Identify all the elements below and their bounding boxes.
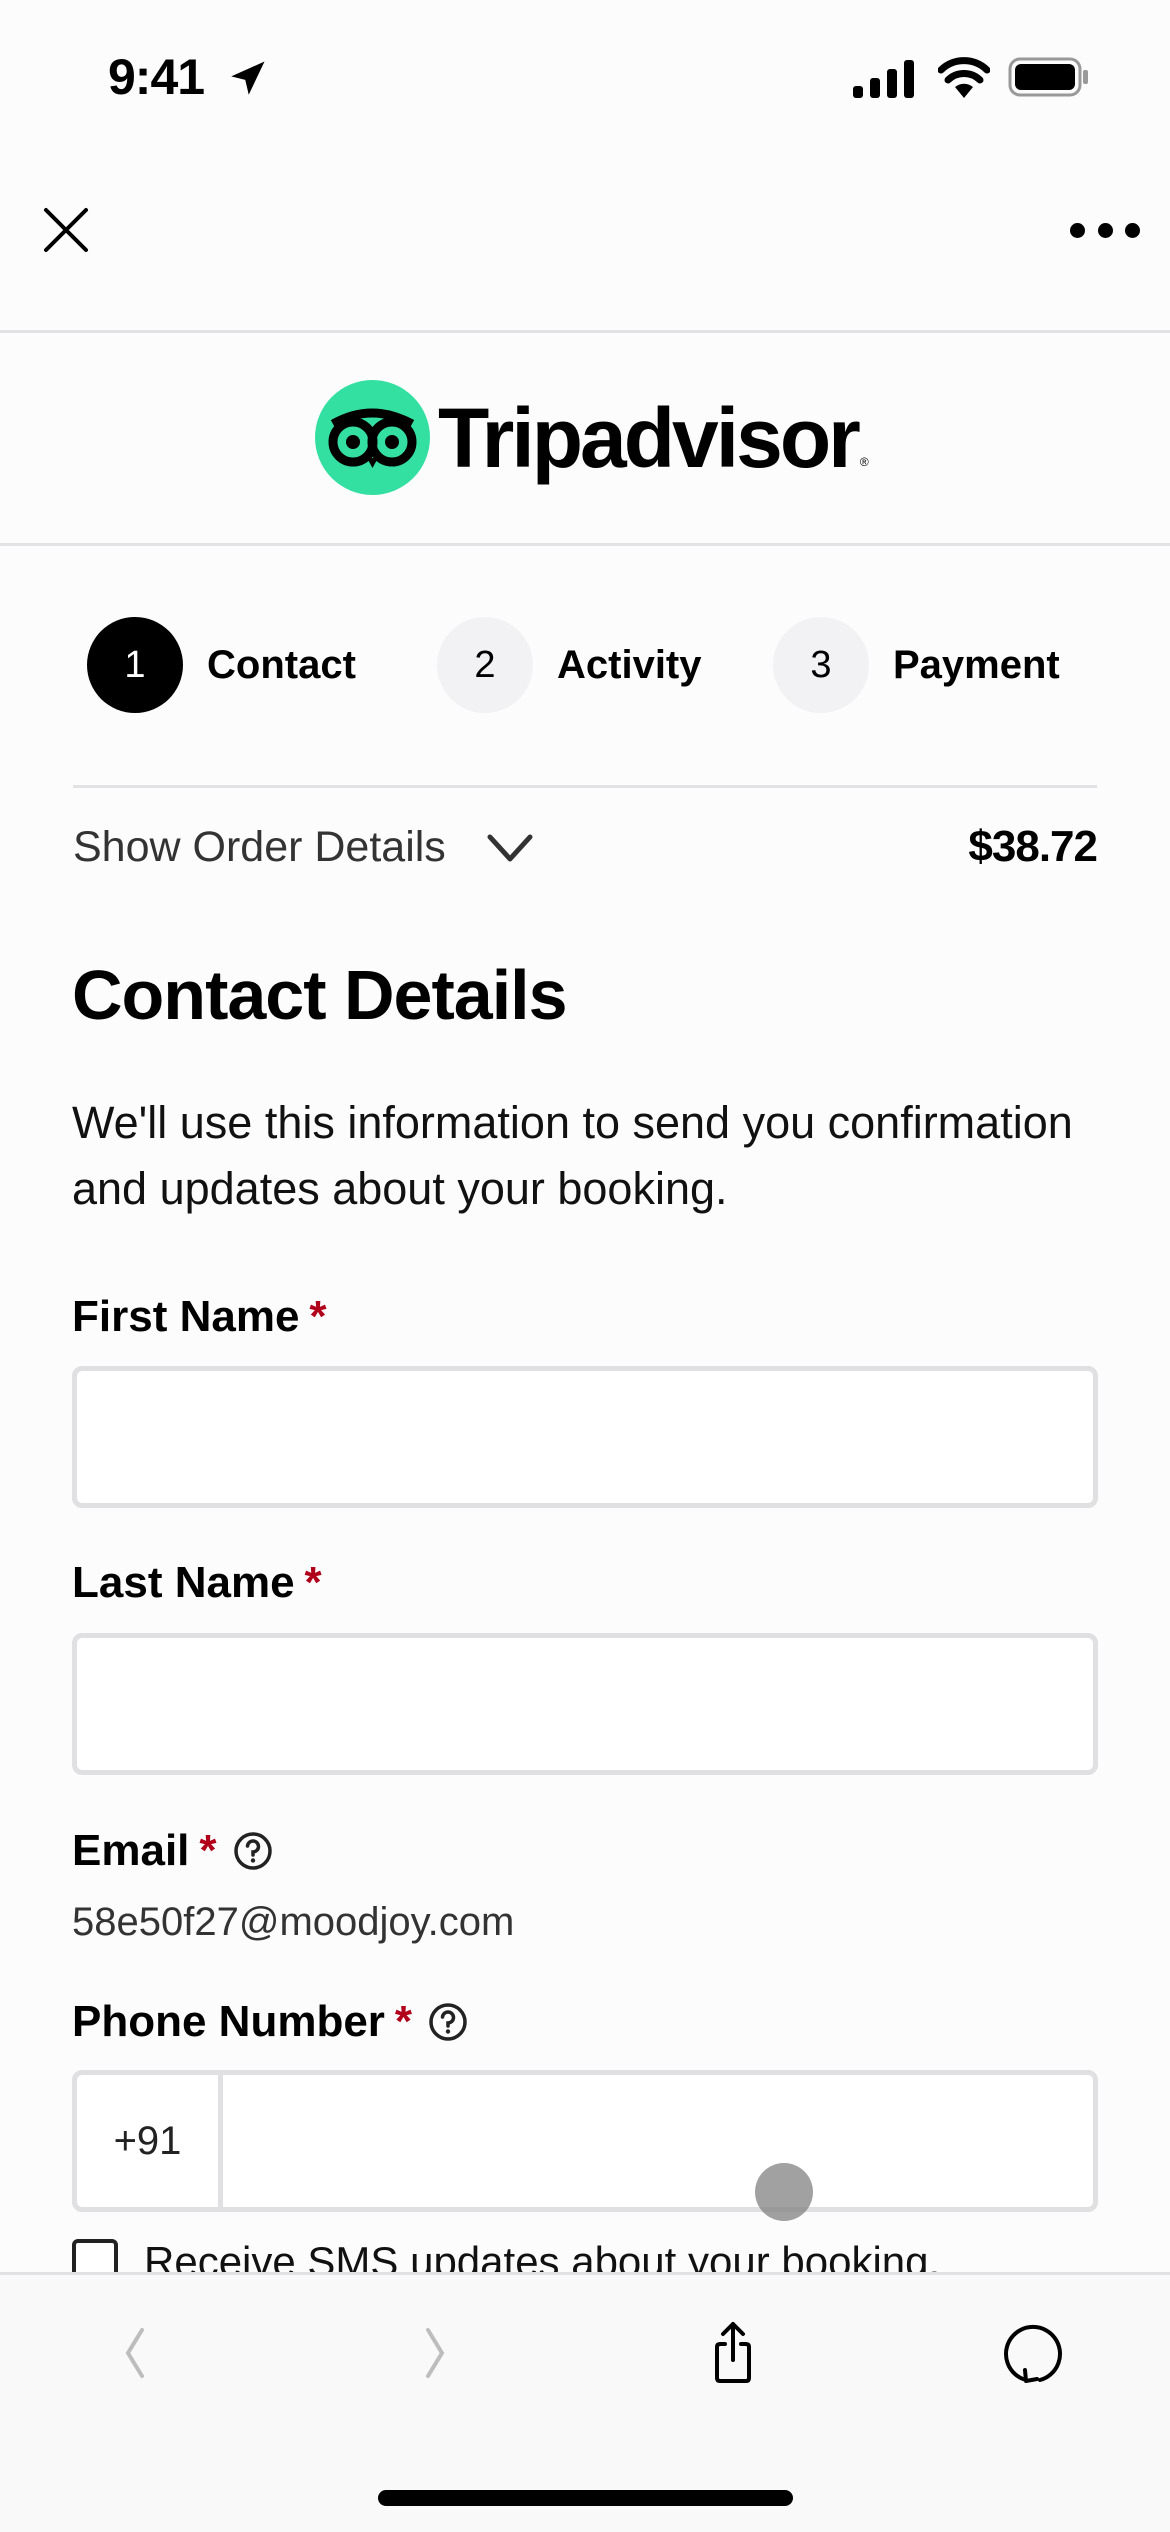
step-label: Payment [893, 642, 1060, 687]
battery-icon [1008, 57, 1088, 97]
last-name-label: Last Name * [72, 1558, 322, 1608]
close-button[interactable] [36, 200, 96, 260]
required-asterisk: * [394, 1997, 413, 2046]
wifi-icon [938, 57, 990, 98]
step-contact[interactable]: 1 Contact [87, 617, 356, 713]
location-arrow-icon [231, 61, 265, 95]
step-payment[interactable]: 3 Payment [773, 617, 1060, 713]
required-asterisk: * [309, 1292, 327, 1341]
first-name-input[interactable] [72, 1366, 1098, 1508]
step-number: 1 [87, 617, 183, 713]
owl-logo-icon [315, 380, 430, 495]
share-icon [715, 2322, 751, 2383]
country-code-selector[interactable]: +91 [77, 2075, 223, 2207]
brand-name: Tripadvisor [438, 390, 861, 485]
step-label: Contact [207, 642, 356, 687]
reload-icon [1004, 2324, 1062, 2383]
label-text: Email [72, 1826, 190, 1875]
order-details-label: Show Order Details [73, 823, 446, 871]
share-button[interactable] [698, 2318, 768, 2388]
required-asterisk: * [199, 1826, 217, 1875]
tripadvisor-logo: Tripadvisor ® [315, 380, 869, 495]
more-options-button[interactable] [1070, 208, 1140, 252]
back-button[interactable] [100, 2318, 170, 2388]
chevron-left-icon [125, 2328, 144, 2378]
divider [0, 330, 1170, 333]
status-time: 9:41 [108, 49, 205, 105]
home-indicator[interactable] [378, 2490, 793, 2506]
chevron-right-icon [426, 2328, 445, 2378]
label-text: First Name [72, 1292, 300, 1341]
first-name-label: First Name * [72, 1292, 327, 1342]
more-dot [1070, 222, 1085, 238]
step-number: 3 [773, 617, 869, 713]
step-label: Activity [557, 642, 702, 687]
order-total: $38.72 [968, 822, 1098, 871]
page-title: Contact Details [72, 956, 568, 1034]
chevron-down-icon [487, 834, 533, 861]
label-text: Last Name [72, 1558, 295, 1607]
help-icon[interactable] [233, 1831, 273, 1871]
show-order-details-toggle[interactable]: Show Order Details [73, 823, 534, 872]
forward-button[interactable] [400, 2318, 470, 2388]
reload-button[interactable] [998, 2318, 1068, 2388]
close-icon [44, 208, 88, 252]
phone-input-group: +91 [72, 2070, 1098, 2212]
email-value: 58e50f27@moodjoy.com [72, 1900, 515, 1944]
last-name-input[interactable] [72, 1633, 1098, 1775]
more-dot [1125, 222, 1140, 238]
phone-label: Phone Number * [72, 1997, 468, 2047]
more-dot [1097, 222, 1113, 238]
divider [73, 785, 1097, 788]
label-text: Phone Number [72, 1997, 385, 2046]
divider [0, 543, 1170, 546]
step-number: 2 [437, 617, 533, 713]
phone-number-input[interactable] [223, 2075, 1093, 2207]
email-label: Email * [72, 1826, 273, 1876]
cellular-signal-icon [853, 60, 914, 98]
intro-text: We'll use this information to send you c… [72, 1097, 1073, 1214]
touch-indicator [755, 2163, 813, 2221]
required-asterisk: * [304, 1558, 322, 1607]
help-icon[interactable] [428, 2002, 468, 2042]
registered-mark: ® [859, 455, 869, 469]
step-activity[interactable]: 2 Activity [437, 617, 702, 713]
